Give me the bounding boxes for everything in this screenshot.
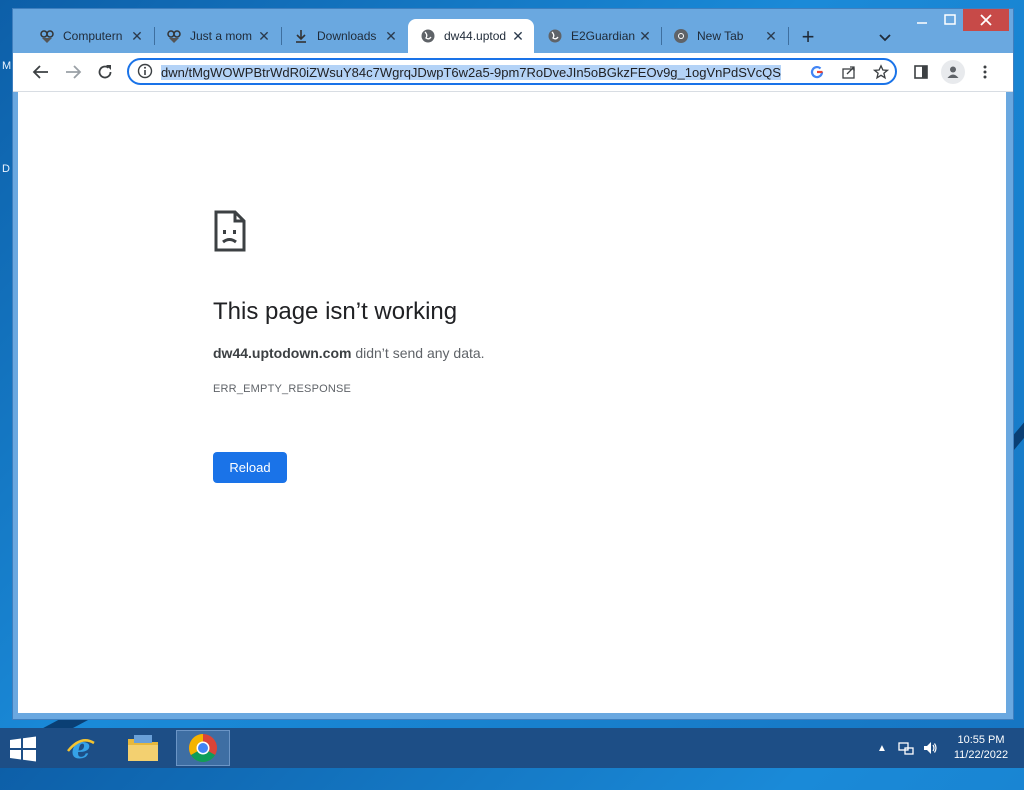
- close-icon[interactable]: ✕: [763, 28, 779, 44]
- chrome-taskbar-icon[interactable]: [176, 730, 230, 766]
- close-icon[interactable]: ✕: [129, 28, 145, 44]
- tab-title: Downloads: [317, 29, 377, 43]
- tab-title: dw44.uptod: [444, 29, 507, 43]
- star-icon[interactable]: [872, 64, 890, 80]
- chrome-icon: [673, 28, 689, 44]
- desktop-icon-label: M: [2, 60, 12, 72]
- internet-explorer-icon[interactable]: e: [54, 730, 108, 766]
- address-bar[interactable]: dwn/tMgWOWPBtrWdR0iZWsuY84c7WgrqJDwpT6w2…: [127, 58, 897, 85]
- download-icon: [293, 28, 309, 44]
- tab-just-a-moment[interactable]: Just a mom ✕: [154, 19, 280, 53]
- new-tab-button[interactable]: +: [797, 26, 819, 49]
- tab-new-tab[interactable]: New Tab ✕: [661, 19, 787, 53]
- error-message-text: didn’t send any data.: [351, 345, 485, 361]
- close-icon[interactable]: ✕: [383, 28, 399, 44]
- clock-time: 10:55 PM: [957, 734, 1005, 746]
- maximize-button[interactable]: [937, 9, 963, 31]
- share-icon[interactable]: [841, 64, 857, 80]
- error-message: dw44.uptodown.com didn’t send any data.: [213, 345, 485, 361]
- close-icon[interactable]: ✕: [256, 28, 272, 44]
- side-panel-icon[interactable]: [911, 62, 931, 82]
- globe-icon: [547, 28, 563, 44]
- owl-icon: [39, 28, 55, 44]
- error-host: dw44.uptodown.com: [213, 345, 352, 361]
- taskbar-clock[interactable]: 10:55 PM 11/22/2022: [944, 733, 1018, 763]
- tab-separator: [788, 27, 789, 45]
- minimize-button[interactable]: [909, 9, 935, 31]
- close-window-button[interactable]: [963, 9, 1009, 31]
- browser-toolbar: dwn/tMgWOWPBtrWdR0iZWsuY84c7WgrqJDwpT6w2…: [13, 53, 1013, 92]
- taskbar: e ▲ 10:55 PM 11/22/2022: [0, 728, 1024, 768]
- tab-strip: Computern ✕ Just a mom ✕ Downloads ✕ dw4: [13, 9, 1013, 53]
- volume-icon[interactable]: [922, 740, 938, 756]
- clock-date: 11/22/2022: [953, 749, 1009, 761]
- forward-button[interactable]: [63, 62, 83, 82]
- info-icon[interactable]: [137, 63, 153, 79]
- desktop-icon-label: D: [2, 163, 10, 175]
- error-code: ERR_EMPTY_RESPONSE: [213, 383, 352, 395]
- show-hidden-icons-icon[interactable]: ▲: [874, 740, 890, 756]
- file-explorer-icon[interactable]: [116, 730, 170, 766]
- url-text[interactable]: dwn/tMgWOWPBtrWdR0iZWsuY84c7WgrqJDwpT6w2…: [161, 64, 799, 81]
- tab-title: E2Guardian: [571, 29, 636, 43]
- tab-e2guardian[interactable]: E2Guardian ✕: [535, 19, 661, 53]
- windows-start-icon[interactable]: [8, 736, 38, 762]
- owl-icon: [166, 28, 182, 44]
- tab-title: Just a mom: [190, 29, 253, 43]
- tab-title: Computern: [63, 29, 123, 43]
- reload-icon[interactable]: [95, 62, 115, 82]
- tab-downloads[interactable]: Downloads ✕: [281, 19, 407, 53]
- svg-text:e: e: [71, 731, 90, 765]
- close-icon[interactable]: ✕: [637, 28, 653, 44]
- close-icon[interactable]: ✕: [510, 28, 526, 44]
- page-content: This page isn’t working dw44.uptodown.co…: [18, 92, 1006, 713]
- sad-page-icon: [213, 210, 247, 257]
- profile-avatar-icon[interactable]: [941, 60, 965, 84]
- network-icon[interactable]: [898, 740, 914, 756]
- tab-title: New Tab: [697, 29, 744, 43]
- back-button[interactable]: [31, 62, 51, 82]
- url-selection: dwn/tMgWOWPBtrWdR0iZWsuY84c7WgrqJDwpT6w2…: [161, 65, 781, 80]
- chevron-down-icon[interactable]: [877, 29, 893, 45]
- reload-button[interactable]: Reload: [213, 452, 287, 483]
- browser-window: Computern ✕ Just a mom ✕ Downloads ✕ dw4: [12, 8, 1014, 720]
- tab-computern[interactable]: Computern ✕: [27, 19, 153, 53]
- google-translate-icon[interactable]: [809, 64, 825, 80]
- tab-dw44-uptodown[interactable]: dw44.uptod ✕: [408, 19, 534, 53]
- more-menu-icon[interactable]: [975, 62, 995, 82]
- globe-icon: [420, 28, 436, 44]
- error-title: This page isn’t working: [213, 298, 458, 325]
